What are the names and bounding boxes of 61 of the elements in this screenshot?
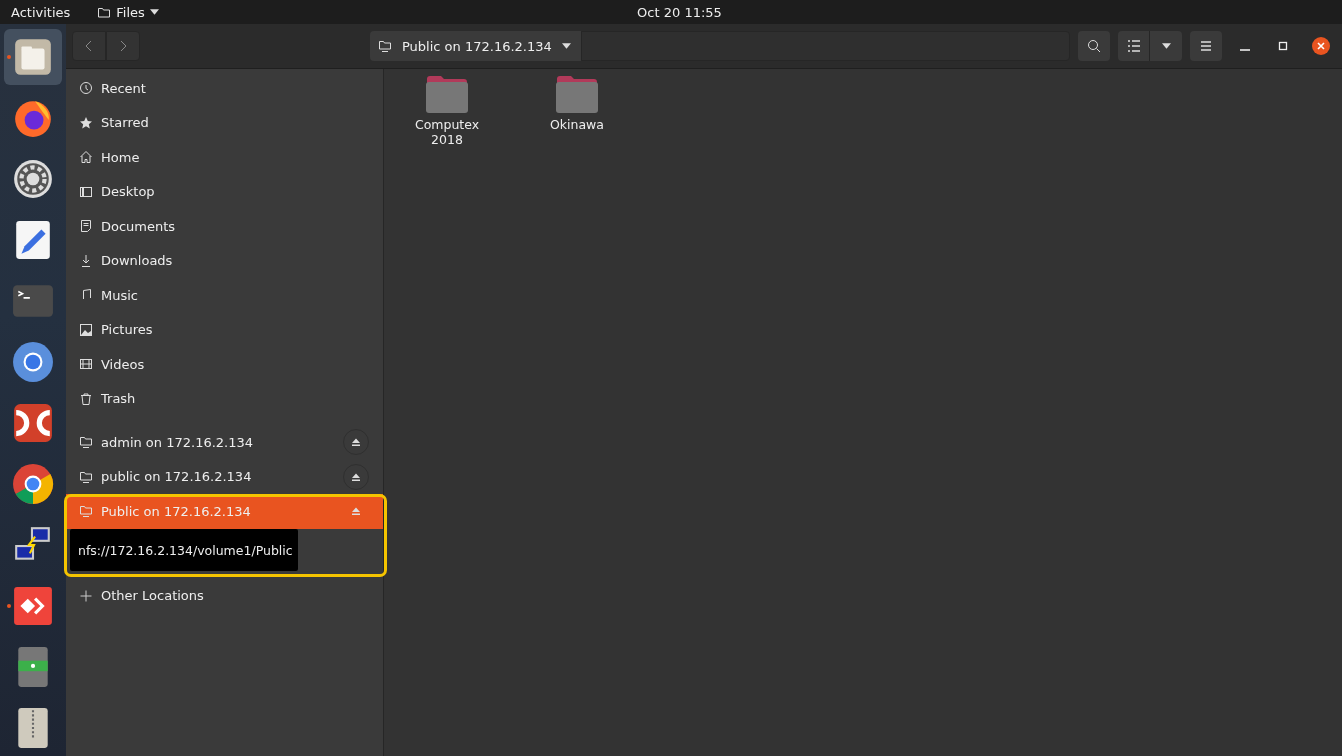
caret-icon (149, 9, 159, 15)
network-folder-icon (79, 435, 93, 450)
sidebar-item[interactable]: Starred (66, 105, 383, 140)
folder-name: Okinawa (549, 117, 605, 132)
close-icon (1312, 37, 1330, 55)
sidebar-item[interactable]: Videos (66, 347, 383, 382)
folder-icon (555, 75, 599, 113)
browser-icon (12, 463, 54, 505)
sidebar-item[interactable]: Desktop (66, 174, 383, 209)
dock-app-button[interactable] (4, 29, 62, 85)
activities-button[interactable]: Activities (0, 4, 82, 20)
sidebar-item[interactable]: Downloads (66, 243, 383, 278)
folder-item[interactable]: Okinawa (538, 75, 616, 132)
trash-icon (79, 391, 93, 406)
ring-icon (12, 341, 54, 383)
sidebar-item[interactable]: Music (66, 278, 383, 313)
desktop-icon (79, 184, 93, 199)
folder-item[interactable]: Computex 2018 (408, 75, 486, 147)
clock[interactable]: Oct 20 11:55 (637, 4, 722, 20)
sidebar-item[interactable]: Recent (66, 71, 383, 106)
eject-icon (351, 437, 361, 448)
app-menu[interactable]: Files (97, 4, 159, 20)
folder-name: Computex 2018 (413, 117, 481, 147)
clock-icon (79, 81, 93, 96)
menu-button[interactable] (1190, 31, 1222, 61)
sidebar-item[interactable]: Pictures (66, 312, 383, 347)
caret-icon (1161, 43, 1171, 49)
network-folder-icon (79, 469, 93, 484)
folder-icon (97, 5, 112, 19)
network-folder-icon (378, 39, 392, 53)
download-icon (79, 253, 93, 268)
home-icon (79, 150, 93, 165)
eject-icon (351, 471, 361, 482)
sidebar-item[interactable]: Documents (66, 209, 383, 244)
location-button[interactable]: Public on 172.16.2.134 (370, 31, 581, 61)
tooltip: nfs://172.16.2.134/volume1/Public (70, 529, 298, 571)
maximize-icon (1278, 41, 1288, 51)
folder-icon (425, 75, 469, 113)
film-icon (79, 357, 93, 372)
list-icon (1126, 39, 1141, 53)
sidebar-item[interactable]: Other Locations (66, 578, 383, 613)
sidebar-item[interactable]: Home (66, 140, 383, 175)
caret-icon (561, 43, 571, 49)
plus-icon (79, 588, 93, 603)
double-c-icon (12, 402, 54, 444)
network-folder-icon (79, 504, 93, 519)
sidebar-item[interactable]: Trash (66, 381, 383, 416)
search-button[interactable] (1078, 31, 1110, 61)
star-icon (79, 115, 93, 130)
eject-icon (351, 506, 361, 517)
minimize-icon (1240, 49, 1250, 51)
view-options-button[interactable] (1150, 31, 1182, 61)
picture-icon (79, 322, 93, 337)
sidebar-item[interactable]: public on 172.16.2.134 (66, 459, 383, 494)
search-icon (1087, 39, 1101, 53)
document-icon (79, 219, 93, 234)
sidebar-item[interactable]: admin on 172.16.2.134 (66, 425, 383, 460)
file-cabinet-icon (12, 36, 54, 78)
menu-icon (1199, 39, 1213, 53)
list-view-button[interactable] (1118, 31, 1150, 61)
gear-icon (12, 158, 54, 200)
